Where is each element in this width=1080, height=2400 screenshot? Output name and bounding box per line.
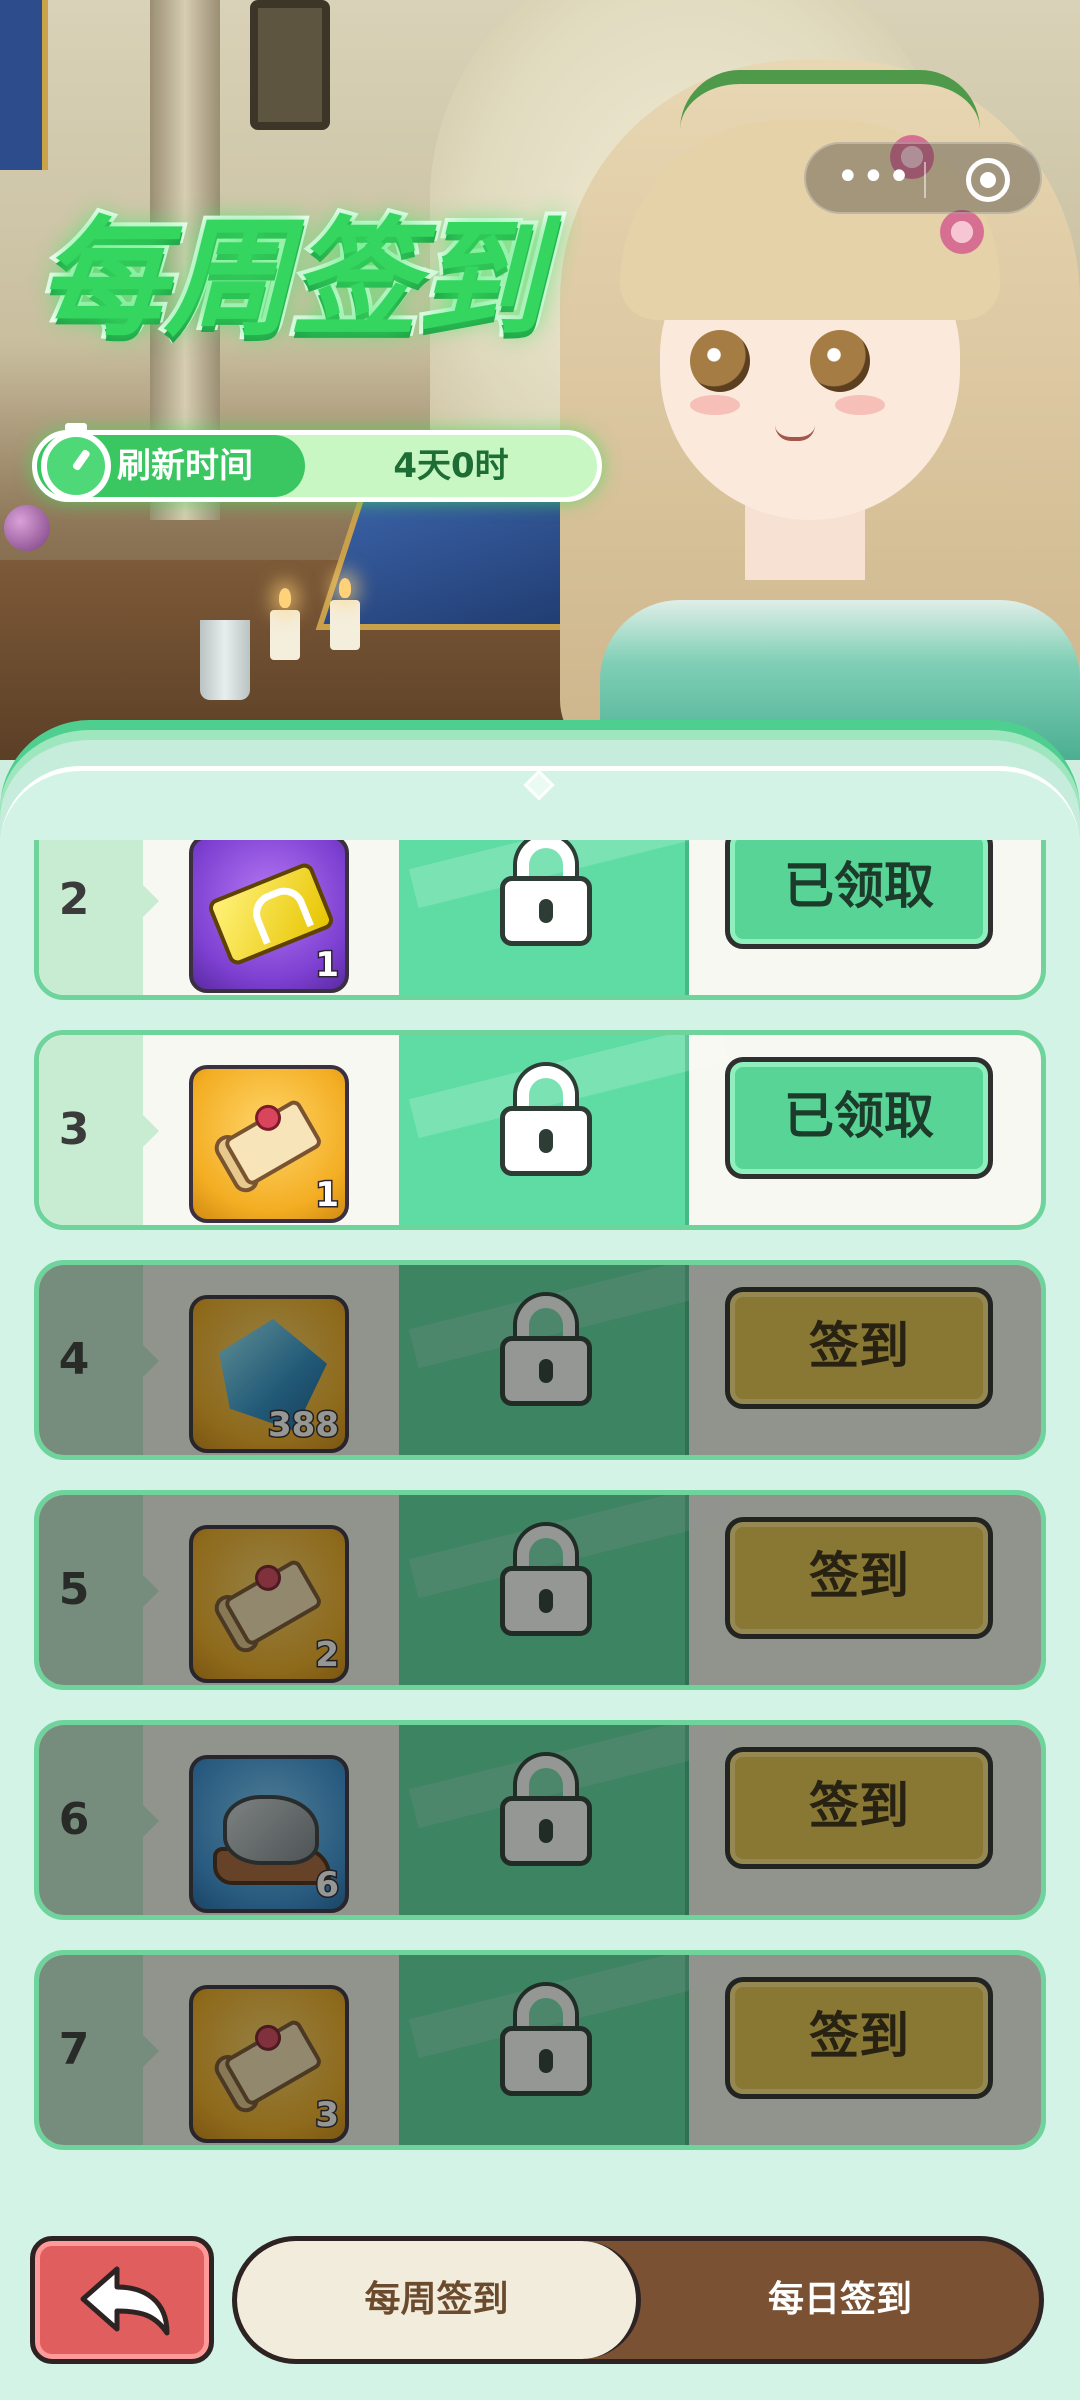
page-title: 每周签到 [34,205,548,354]
sign-in-tabs: 每周签到 每日签到 [232,2236,1044,2364]
day-tag: 2 [39,840,159,995]
flower [940,210,984,254]
lock-cell [399,840,689,995]
lock-icon-body [500,2026,592,2096]
day-number: 4 [58,1334,90,1385]
day-tag: 6 [39,1725,159,1915]
lock-cell [399,1955,689,2145]
wall-banner [0,0,48,170]
back-arrow-icon [80,2266,170,2336]
candle [330,578,360,650]
item-quantity: 2 [314,1634,341,1677]
item-quantity: 388 [267,1404,341,1447]
day-number: 7 [58,2024,90,2075]
sign-in-button[interactable]: 签到 [725,1747,993,1869]
tab-daily-sign-in[interactable]: 每日签到 [641,2241,1039,2359]
blush [690,395,740,415]
day-tag: 7 [39,1955,159,2145]
day-number: 2 [58,874,90,925]
miniprogram-capsule: ••• [804,142,1042,214]
day-tag: 5 [39,1495,159,1685]
back-button[interactable] [30,2236,214,2364]
reward-item[interactable]: 1 [189,840,349,993]
refresh-timer: 刷新时间 4天0时 [32,423,602,502]
candle [270,588,300,660]
item-quantity: 6 [314,1864,341,1907]
more-menu-icon[interactable]: ••• [836,152,913,202]
header-illustration [0,0,1080,760]
day-tag: 3 [39,1035,159,1225]
ore-icon [213,1785,331,1889]
stopwatch-icon [41,423,111,501]
sign-in-button[interactable]: 签到 [725,1517,993,1639]
character-eye [810,330,870,392]
lock-cell [399,1035,689,1225]
capsule-divider [924,162,926,198]
reward-row-day-6: 6 6 签到 [34,1720,1046,1920]
item-quantity: 1 [314,944,341,987]
sign-in-button[interactable]: 签到 [725,1287,993,1409]
day-tag: 4 [39,1265,159,1455]
day-number: 6 [58,1794,90,1845]
lock-icon-body [500,1796,592,1866]
claimed-button[interactable]: 已领取 [725,1057,993,1179]
close-target-icon[interactable] [966,158,1010,202]
leaf-wreath [680,70,980,130]
sign-in-button[interactable]: 签到 [725,1977,993,2099]
reward-row-day-3: 3 1 已领取 [34,1030,1046,1230]
refresh-label: 刷新时间 [117,446,253,486]
refresh-value: 4天0时 [393,446,509,486]
reward-row-day-4: 4 388 签到 [34,1260,1046,1460]
item-quantity: 3 [314,2094,341,2137]
day-number: 5 [58,1564,90,1615]
lock-icon-body [500,876,592,946]
reward-item[interactable]: 1 [189,1065,349,1223]
lock-icon-body [500,1106,592,1176]
lantern [250,0,330,130]
reward-item[interactable]: 3 [189,1985,349,2143]
claimed-button[interactable]: 已领取 [725,840,993,949]
day-number: 3 [58,1104,90,1155]
reward-item[interactable]: 388 [189,1295,349,1453]
lock-cell [399,1265,689,1455]
lock-icon-body [500,1336,592,1406]
lock-cell [399,1495,689,1685]
lock-icon-body [500,1566,592,1636]
reward-row-day-5: 5 2 签到 [34,1490,1046,1690]
reward-row-day-7: 7 3 签到 [34,1950,1046,2150]
reward-item[interactable]: 2 [189,1525,349,1683]
reward-list[interactable]: 2 1 已领取 3 1 已领取 4 388 签到 5 2 签到 6 6 签到 7… [34,840,1046,2185]
reward-row-day-2: 2 1 已领取 [34,840,1046,1000]
cup [200,620,250,700]
blush [835,395,885,415]
item-quantity: 1 [314,1174,341,1217]
tab-weekly-sign-in[interactable]: 每周签到 [237,2241,641,2359]
character-eye [690,330,750,392]
lock-cell [399,1725,689,1915]
reward-item[interactable]: 6 [189,1755,349,1913]
potion [4,505,50,551]
